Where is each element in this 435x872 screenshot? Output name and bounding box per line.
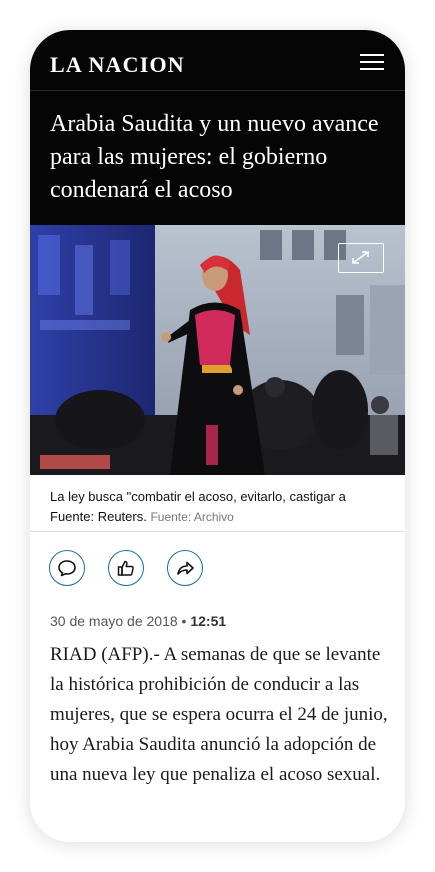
photo-caption-block: La ley busca "combatir el acoso, evitarl… bbox=[30, 475, 405, 532]
share-button[interactable] bbox=[167, 550, 203, 586]
site-logo[interactable]: LA NACION bbox=[50, 52, 185, 78]
article-header: LA NACION Arabia Saudita y un nuevo avan… bbox=[30, 30, 405, 225]
hero-photo[interactable] bbox=[30, 225, 405, 475]
photo-caption: La ley busca "combatir el acoso, evitarl… bbox=[50, 487, 395, 527]
publish-date: 30 de mayo de 2018 bbox=[50, 613, 178, 629]
thumbs-up-icon bbox=[117, 560, 134, 576]
phone-frame: LA NACION Arabia Saudita y un nuevo avan… bbox=[30, 30, 405, 842]
like-button[interactable] bbox=[108, 550, 144, 586]
article-dateline: 30 de mayo de 2018 • 12:51 bbox=[50, 613, 226, 629]
article-headline: Arabia Saudita y un nuevo avance para la… bbox=[50, 111, 379, 203]
header-divider bbox=[30, 90, 405, 91]
caption-text: La ley busca "combatir el acoso, evitarl… bbox=[50, 489, 346, 504]
caption-credit: Fuente: Reuters. bbox=[50, 509, 147, 524]
dateline-separator: • bbox=[181, 613, 187, 629]
comment-bubble-icon bbox=[58, 560, 76, 577]
publish-time: 12:51 bbox=[190, 613, 227, 629]
article-body: RIAD (AFP).- A semanas de que se levante… bbox=[50, 644, 388, 785]
hamburger-menu-icon[interactable] bbox=[360, 52, 384, 72]
comment-button[interactable] bbox=[49, 550, 85, 586]
caption-source: Fuente: Archivo bbox=[150, 510, 234, 524]
share-arrow-icon bbox=[177, 561, 194, 575]
expand-image-button[interactable] bbox=[338, 243, 384, 273]
expand-arrows-icon bbox=[352, 251, 369, 264]
